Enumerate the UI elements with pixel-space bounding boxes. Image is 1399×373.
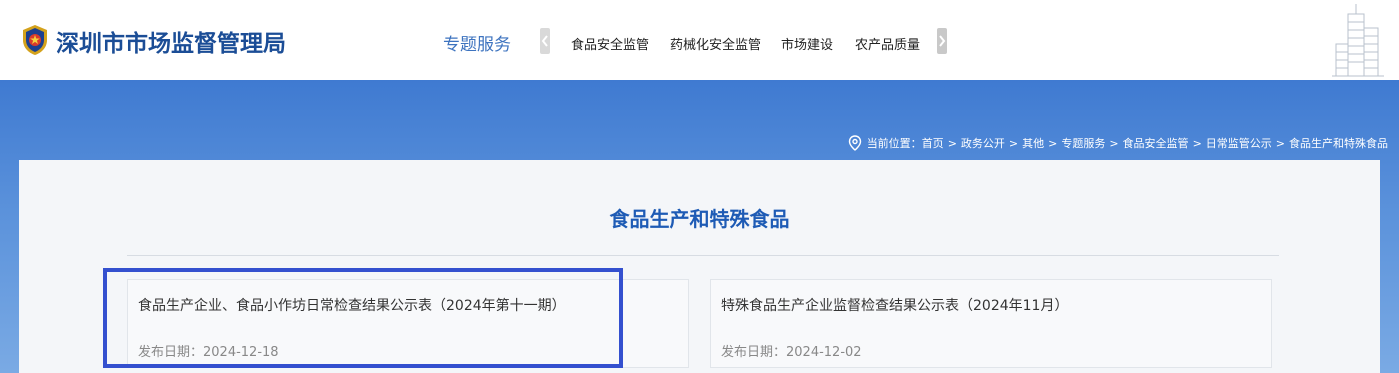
location-pin-icon	[848, 135, 861, 151]
article-title-link[interactable]: 特殊食品生产企业监督检查结果公示表（2024年11月）	[721, 295, 1068, 315]
title-divider	[127, 255, 1279, 256]
nav-prev-button[interactable]	[540, 28, 550, 54]
article-card[interactable]: 特殊食品生产企业监督检查结果公示表（2024年11月） 发布日期：2024-12…	[710, 279, 1272, 368]
site-header: 深圳市市场监督管理局 专题服务 食品安全监管 药械化安全监管 市场建设 农产品质…	[0, 0, 1399, 80]
breadcrumb-item-gov-affairs[interactable]: 政务公开	[961, 135, 1005, 151]
breadcrumb-separator: >	[1008, 136, 1019, 150]
nav-item-agri-quality[interactable]: 农产品质量	[855, 34, 920, 53]
breadcrumb-item-daily-supervision[interactable]: 日常监管公示	[1206, 135, 1272, 151]
breadcrumb-separator: >	[1048, 136, 1058, 150]
nav-item-clip: 农产品质量	[855, 30, 920, 54]
breadcrumb-item-home[interactable]: 首页	[922, 135, 944, 151]
date-label: 发布日期：	[721, 345, 787, 360]
nav-item-market-building[interactable]: 市场建设	[781, 34, 833, 53]
breadcrumb: 当前位置： 首页 > 政务公开 > 其他 > 专题服务 > 食品安全监管 > 日…	[848, 135, 1388, 151]
breadcrumb-separator: >	[1192, 136, 1202, 150]
breadcrumb-item-current[interactable]: 食品生产和特殊食品	[1289, 135, 1388, 151]
page-title: 食品生产和特殊食品	[609, 207, 790, 231]
police-emblem-icon[interactable]	[20, 24, 50, 56]
building-illustration	[1332, 4, 1384, 77]
article-date: 发布日期：2024-12-02	[721, 341, 862, 360]
chevron-right-icon	[939, 35, 946, 47]
breadcrumb-separator: >	[1109, 136, 1119, 150]
topic-services-label[interactable]: 专题服务	[443, 30, 511, 55]
breadcrumb-separator: >	[1275, 136, 1285, 150]
nav-next-button[interactable]	[937, 28, 947, 54]
breadcrumb-prefix: 当前位置：	[866, 137, 922, 150]
chevron-left-icon	[541, 35, 548, 47]
nav-item-food-safety[interactable]: 食品安全监管	[571, 34, 649, 53]
site-title[interactable]: 深圳市市场监督管理局	[56, 24, 286, 58]
breadcrumb-separator: >	[947, 136, 957, 150]
breadcrumb-item-topic-services[interactable]: 专题服务	[1061, 135, 1105, 151]
date-value: 2024-12-02	[786, 345, 862, 360]
breadcrumb-item-food-safety[interactable]: 食品安全监管	[1123, 135, 1189, 151]
breadcrumb-item-other[interactable]: 其他	[1022, 135, 1044, 151]
selection-highlight-box	[103, 268, 623, 368]
nav-item-drug-device-safety[interactable]: 药械化安全监管	[670, 34, 761, 53]
